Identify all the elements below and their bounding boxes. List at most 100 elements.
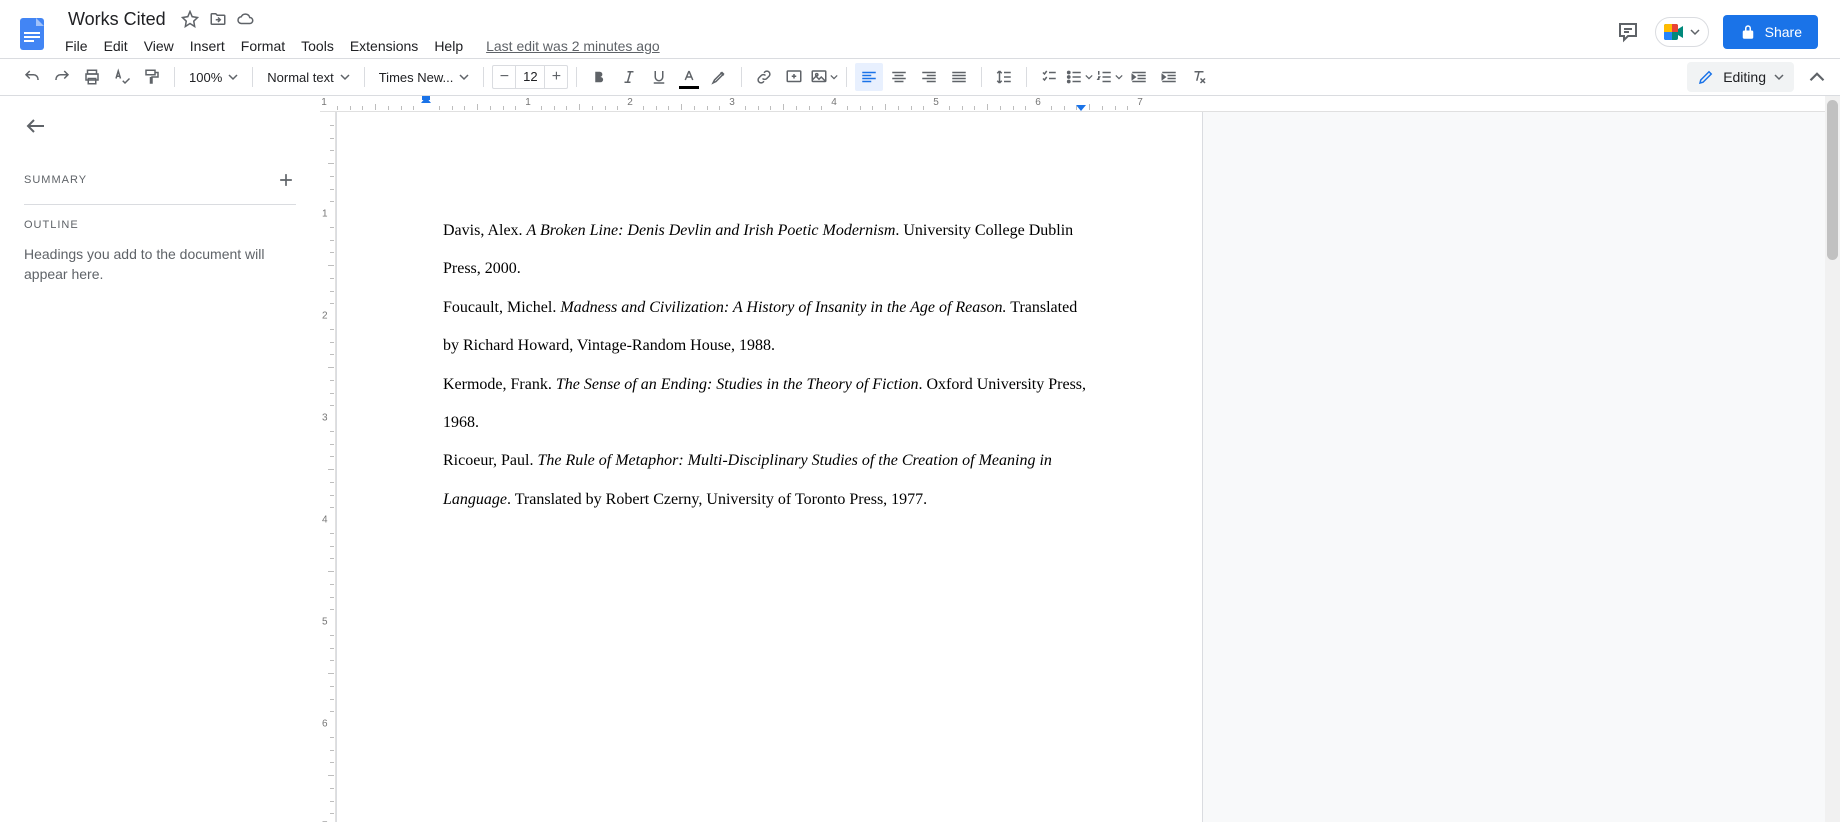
menu-extensions[interactable]: Extensions — [343, 34, 425, 58]
star-icon[interactable] — [180, 9, 200, 29]
menu-insert[interactable]: Insert — [183, 34, 232, 58]
editor-area: 11234567 123456789 Davis, Alex. A Broken… — [320, 96, 1840, 822]
caret-down-icon — [1115, 73, 1123, 81]
share-button[interactable]: Share — [1723, 15, 1818, 49]
close-outline-button[interactable] — [24, 114, 48, 138]
meet-button[interactable] — [1655, 17, 1709, 47]
clear-formatting-button[interactable] — [1185, 63, 1213, 91]
align-center-button[interactable] — [885, 63, 913, 91]
mode-label: Editing — [1723, 69, 1766, 85]
insert-image-button[interactable] — [810, 63, 838, 91]
mode-dropdown[interactable]: Editing — [1687, 62, 1794, 92]
menu-file[interactable]: File — [58, 34, 95, 58]
move-icon[interactable] — [208, 9, 228, 29]
citation-entry[interactable]: Foucault, Michel. Madness and Civilizati… — [443, 289, 1096, 366]
menu-help[interactable]: Help — [427, 34, 470, 58]
ruler-label: 5 — [933, 97, 939, 108]
ruler-label: 7 — [1137, 97, 1143, 108]
divider — [24, 204, 296, 205]
citation-publication: . Translated by Robert Czerny, Universit… — [507, 491, 927, 508]
document-title[interactable]: Works Cited — [62, 7, 172, 32]
outline-panel: SUMMARY OUTLINE Headings you add to the … — [0, 96, 320, 822]
paragraph-style-value: Normal text — [267, 70, 333, 85]
font-family-dropdown[interactable]: Times New... — [373, 66, 476, 89]
numbered-list-button[interactable] — [1095, 63, 1123, 91]
citation-title: A Broken Line: Denis Devlin and Irish Po… — [527, 222, 896, 239]
ruler-label: 1 — [321, 97, 327, 108]
align-right-button[interactable] — [915, 63, 943, 91]
comments-icon[interactable] — [1615, 19, 1641, 45]
redo-button[interactable] — [48, 63, 76, 91]
citation-title: Madness and Civilization: A History of I… — [560, 299, 1006, 316]
workspace: SUMMARY OUTLINE Headings you add to the … — [0, 96, 1840, 822]
increase-indent-button[interactable] — [1155, 63, 1183, 91]
lock-icon — [1739, 23, 1757, 41]
ruler-label: 3 — [729, 97, 735, 108]
zoom-value: 100% — [189, 70, 222, 85]
font-size-value[interactable]: 12 — [515, 66, 545, 88]
scrollbar[interactable] — [1825, 96, 1840, 822]
italic-button[interactable] — [615, 63, 643, 91]
toolbar: 100% Normal text Times New... − 12 + E — [0, 58, 1840, 96]
citation-entry[interactable]: Kermode, Frank. The Sense of an Ending: … — [443, 366, 1096, 443]
ruler-label: 2 — [627, 97, 633, 108]
bold-button[interactable] — [585, 63, 613, 91]
share-label: Share — [1765, 24, 1802, 40]
horizontal-ruler[interactable]: 11234567 — [320, 96, 1840, 112]
citation-title: The Sense of an Ending: Studies in the T… — [556, 376, 919, 393]
page-scroll[interactable]: Davis, Alex. A Broken Line: Denis Devlin… — [336, 112, 1840, 822]
summary-heading: SUMMARY — [24, 174, 87, 186]
add-summary-button[interactable] — [276, 170, 296, 190]
line-spacing-button[interactable] — [990, 63, 1018, 91]
citation-author: Davis, Alex. — [443, 222, 527, 239]
add-comment-button[interactable] — [780, 63, 808, 91]
menu-bar: File Edit View Insert Format Tools Exten… — [58, 32, 668, 58]
highlight-color-button[interactable] — [705, 63, 733, 91]
caret-down-icon — [830, 73, 838, 81]
print-button[interactable] — [78, 63, 106, 91]
citation-author: Foucault, Michel. — [443, 299, 560, 316]
pencil-icon — [1697, 68, 1715, 86]
menu-format[interactable]: Format — [234, 34, 292, 58]
caret-down-icon — [1774, 72, 1784, 82]
caret-down-icon — [1085, 73, 1093, 81]
caret-down-icon — [340, 72, 350, 82]
left-indent-handle[interactable] — [421, 97, 431, 103]
docs-logo-icon[interactable] — [12, 14, 52, 54]
menu-tools[interactable]: Tools — [294, 34, 341, 58]
citation-entry[interactable]: Davis, Alex. A Broken Line: Denis Devlin… — [443, 212, 1096, 289]
right-indent-handle[interactable] — [1076, 105, 1086, 111]
document-page[interactable]: Davis, Alex. A Broken Line: Denis Devlin… — [336, 112, 1203, 822]
citation-author: Ricoeur, Paul. — [443, 452, 537, 469]
caret-down-icon — [1690, 27, 1700, 37]
align-justify-button[interactable] — [945, 63, 973, 91]
collapse-toolbar-button[interactable] — [1804, 64, 1830, 90]
titlebar: Works Cited File Edit View Insert Format… — [0, 0, 1840, 58]
zoom-dropdown[interactable]: 100% — [183, 66, 244, 89]
vertical-ruler[interactable]: 123456789 — [320, 112, 336, 822]
caret-down-icon — [459, 72, 469, 82]
align-left-button[interactable] — [855, 63, 883, 91]
menu-view[interactable]: View — [137, 34, 181, 58]
menu-edit[interactable]: Edit — [97, 34, 135, 58]
outline-placeholder: Headings you add to the document will ap… — [24, 245, 296, 284]
citation-author: Kermode, Frank. — [443, 376, 556, 393]
paragraph-style-dropdown[interactable]: Normal text — [261, 66, 355, 89]
font-size-control: − 12 + — [492, 65, 568, 89]
cloud-status-icon[interactable] — [236, 9, 256, 29]
insert-link-button[interactable] — [750, 63, 778, 91]
bulleted-list-button[interactable] — [1065, 63, 1093, 91]
font-size-increase-button[interactable]: + — [545, 66, 567, 88]
text-color-button[interactable] — [675, 63, 703, 91]
font-family-value: Times New... — [379, 70, 454, 85]
underline-button[interactable] — [645, 63, 673, 91]
paint-format-button[interactable] — [138, 63, 166, 91]
last-edit-link[interactable]: Last edit was 2 minutes ago — [478, 34, 668, 58]
scrollbar-thumb[interactable] — [1827, 100, 1838, 260]
font-size-decrease-button[interactable]: − — [493, 66, 515, 88]
spellcheck-button[interactable] — [108, 63, 136, 91]
citation-entry[interactable]: Ricoeur, Paul. The Rule of Metaphor: Mul… — [443, 442, 1096, 519]
checklist-button[interactable] — [1035, 63, 1063, 91]
decrease-indent-button[interactable] — [1125, 63, 1153, 91]
undo-button[interactable] — [18, 63, 46, 91]
